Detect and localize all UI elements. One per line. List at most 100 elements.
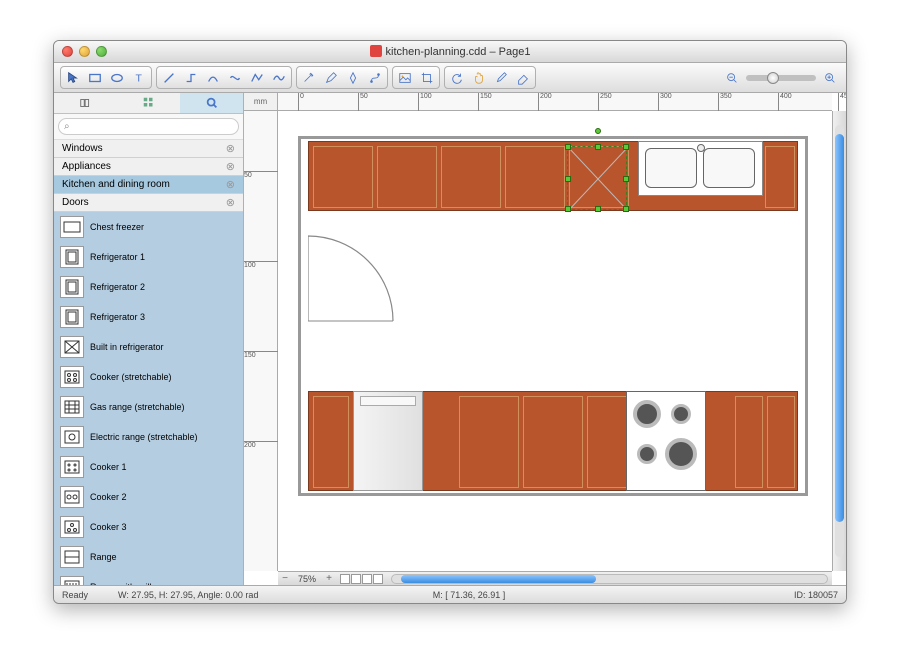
svg-text:T: T — [136, 72, 143, 84]
library-item-label: Refrigerator 2 — [90, 282, 145, 292]
zoom-slider-thumb[interactable] — [767, 72, 779, 84]
rotate-tool[interactable] — [447, 69, 467, 86]
category-list: Windows⊗ Appliances⊗ Kitchen and dining … — [54, 140, 243, 212]
item-list: Chest freezerRefrigerator 1 Refrigerator … — [54, 212, 243, 585]
zoom-in-icon[interactable]: + — [322, 573, 336, 584]
category-appliances[interactable]: Appliances⊗ — [54, 158, 243, 176]
bezier-tool[interactable] — [365, 69, 385, 86]
library-item[interactable]: Gas range (stretchable) — [54, 392, 243, 422]
close-icon[interactable]: ⊗ — [226, 142, 235, 155]
search-icon: ⌕ — [64, 121, 70, 132]
view-mode-3[interactable] — [362, 574, 372, 584]
sidebar-tab-search[interactable] — [180, 93, 243, 113]
library-item[interactable]: Refrigerator 2 — [54, 272, 243, 302]
pointer-tool[interactable] — [63, 69, 83, 86]
zoom-out-button[interactable] — [722, 69, 742, 86]
sidebar: ⌕ Windows⊗ Appliances⊗ Kitchen and dinin… — [54, 93, 244, 585]
line-tool[interactable] — [159, 69, 179, 86]
sidebar-tab-libraries[interactable] — [54, 93, 117, 113]
toolbar: T — [54, 63, 846, 93]
library-item[interactable]: Range with grill — [54, 572, 243, 585]
library-item[interactable]: Cooker 2 — [54, 482, 243, 512]
curve-tool[interactable] — [225, 69, 245, 86]
line-tools-group — [156, 66, 292, 89]
polyline-tool[interactable] — [247, 69, 267, 86]
connector-tool[interactable] — [181, 69, 201, 86]
category-doors[interactable]: Doors⊗ — [54, 194, 243, 212]
statusbar: Ready W: 27.95, H: 27.95, Angle: 0.00 ra… — [54, 585, 846, 603]
category-kitchen[interactable]: Kitchen and dining room⊗ — [54, 176, 243, 194]
view-mode-2[interactable] — [351, 574, 361, 584]
library-item[interactable]: Chest freezer — [54, 212, 243, 242]
stove[interactable] — [626, 391, 706, 491]
close-icon[interactable]: ⊗ — [226, 178, 235, 191]
door-symbol[interactable] — [308, 231, 408, 334]
pen-tool[interactable] — [343, 69, 363, 86]
status-dimensions: W: 27.95, H: 27.95, Angle: 0.00 rad — [118, 590, 258, 600]
close-icon[interactable]: ⊗ — [226, 196, 235, 209]
fridge-icon — [60, 306, 84, 328]
library-item[interactable]: Refrigerator 3 — [54, 302, 243, 332]
library-item[interactable]: Cooker 1 — [54, 452, 243, 482]
sink-unit[interactable] — [638, 141, 763, 196]
library-item-label: Cooker 2 — [90, 492, 127, 502]
zoom-in-button[interactable] — [820, 69, 840, 86]
window-title: kitchen-planning.cdd – Page1 — [54, 45, 846, 58]
zoom-slider[interactable] — [746, 75, 816, 81]
close-icon[interactable]: ⊗ — [226, 160, 235, 173]
drawing-canvas[interactable] — [278, 111, 832, 571]
library-item[interactable]: Cooker 3 — [54, 512, 243, 542]
library-item[interactable]: Range — [54, 542, 243, 572]
library-item-label: Cooker 1 — [90, 462, 127, 472]
ellipse-tool[interactable] — [107, 69, 127, 86]
hscroll-track[interactable] — [391, 574, 828, 584]
eraser-tool[interactable] — [513, 69, 533, 86]
zoom-percent[interactable]: 75% — [292, 574, 322, 584]
cooker2-icon — [60, 486, 84, 508]
selected-object[interactable] — [567, 146, 627, 210]
sidebar-tab-grid[interactable] — [117, 93, 180, 113]
view-mode-4[interactable] — [373, 574, 383, 584]
rect-tool[interactable] — [85, 69, 105, 86]
search-row: ⌕ — [54, 114, 243, 140]
zoom-controls — [722, 69, 840, 86]
arc-tool[interactable] — [203, 69, 223, 86]
faucet-icon — [697, 144, 705, 152]
eyedropper-tool[interactable] — [491, 69, 511, 86]
library-item[interactable]: Built in refrigerator — [54, 332, 243, 362]
library-item-label: Cooker (stretchable) — [90, 372, 172, 382]
fridge-icon — [60, 276, 84, 298]
gas-range-icon — [60, 396, 84, 418]
scrollbar-horizontal: − 75% + — [278, 571, 832, 585]
library-item-label: Built in refrigerator — [90, 342, 164, 352]
crop-tool[interactable] — [417, 69, 437, 86]
range-icon — [60, 546, 84, 568]
search-input[interactable] — [58, 118, 239, 135]
status-mouse: M: [ 71.36, 26.91 ] — [433, 590, 506, 600]
dishwasher[interactable] — [353, 391, 423, 491]
ruler-unit[interactable]: mm — [244, 93, 278, 111]
chest-freezer-icon — [60, 216, 84, 238]
ruler-horizontal: 050100150200250300350400450 — [278, 93, 832, 111]
arrow-line-tool[interactable] — [299, 69, 319, 86]
electric-range-icon — [60, 426, 84, 448]
text-tool[interactable]: T — [129, 69, 149, 86]
nav-tools-group — [444, 66, 536, 89]
library-item-label: Electric range (stretchable) — [90, 432, 198, 442]
library-item[interactable]: Refrigerator 1 — [54, 242, 243, 272]
canvas-area: mm 050100150200250300350400450 501001502… — [244, 93, 846, 585]
pan-tool[interactable] — [469, 69, 489, 86]
image-tool[interactable] — [395, 69, 415, 86]
app-window: kitchen-planning.cdd – Page1 T — [53, 40, 847, 604]
scrollbar-vertical[interactable] — [832, 111, 846, 571]
library-item[interactable]: Cooker (stretchable) — [54, 362, 243, 392]
library-item[interactable]: Electric range (stretchable) — [54, 422, 243, 452]
spline-tool[interactable] — [269, 69, 289, 86]
category-windows[interactable]: Windows⊗ — [54, 140, 243, 158]
view-mode-1[interactable] — [340, 574, 350, 584]
zoom-out-icon[interactable]: − — [278, 573, 292, 584]
pencil-tool[interactable] — [321, 69, 341, 86]
view-mode-buttons — [336, 574, 387, 584]
library-item-label: Range — [90, 552, 117, 562]
cooker-icon — [60, 366, 84, 388]
